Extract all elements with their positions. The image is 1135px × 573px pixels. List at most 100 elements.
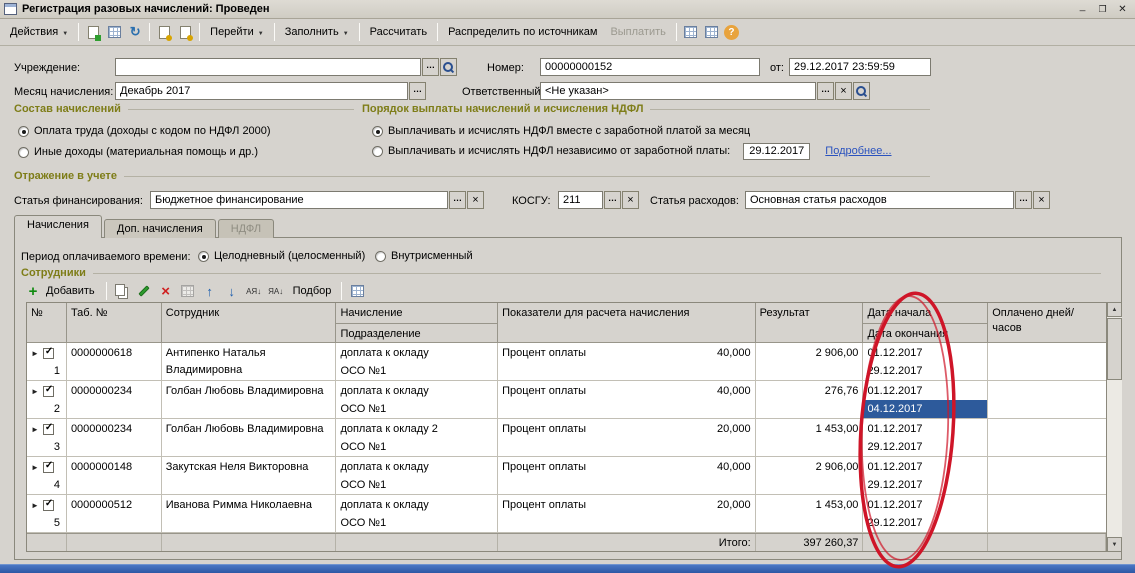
indicator-cell[interactable]: Процент оплаты 20,000 [498, 419, 756, 457]
employee-cell[interactable]: Антипенко Наталья Владимировна [161, 343, 337, 381]
accrual-cell[interactable]: доплата к окладу ОСО №1 [336, 343, 499, 381]
scroll-down-icon[interactable]: ▼ [1107, 537, 1122, 552]
paid-cell[interactable] [988, 343, 1106, 381]
dates-cell[interactable]: 01.12.2017 29.12.2017 [863, 419, 989, 457]
create-based-on-icon[interactable] [176, 23, 194, 41]
document-structure-icon[interactable] [105, 23, 123, 41]
row-select-cell[interactable]: 2 [27, 381, 67, 419]
radio-full-day[interactable]: Целодневный (целосменный) [198, 249, 365, 263]
help-icon[interactable] [723, 24, 739, 40]
responsible-select-button[interactable] [817, 82, 834, 100]
accrual-cell[interactable]: доплата к окладу 2 ОСО №1 [336, 419, 499, 457]
indicator-cell[interactable]: Процент оплаты 40,000 [498, 381, 756, 419]
row-checkbox[interactable] [42, 346, 54, 359]
responsible-input[interactable]: <Не указан> [540, 82, 816, 100]
tab-number-cell[interactable]: 0000000512 [66, 495, 162, 533]
close-icon[interactable] [1114, 2, 1131, 16]
indicator-cell[interactable]: Процент оплаты 20,000 [498, 495, 756, 533]
fill-button[interactable]: Заполнить [280, 23, 354, 41]
radio-pay-independent[interactable]: Выплачивать и исчислять НДФЛ независимо … [372, 142, 892, 160]
more-link[interactable]: Подробнее... [825, 145, 891, 157]
paid-cell[interactable] [988, 381, 1106, 419]
row-checkbox[interactable] [42, 384, 54, 397]
dates-cell[interactable]: 01.12.2017 29.12.2017 [863, 457, 989, 495]
employee-cell[interactable]: Закутская Неля Викторовна [161, 457, 337, 495]
expense-select-button[interactable] [1015, 191, 1032, 209]
calculate-button[interactable]: Рассчитать [365, 23, 432, 41]
actions-button[interactable]: Действия [5, 23, 73, 41]
goto-button[interactable]: Перейти [205, 23, 269, 41]
expense-input[interactable]: Основная статья расходов [745, 191, 1014, 209]
financing-select-button[interactable] [449, 191, 466, 209]
result-cell[interactable]: 2 906,00 [755, 343, 864, 381]
accrual-cell[interactable]: доплата к окладу ОСО №1 [336, 495, 499, 533]
minimize-icon[interactable] [1074, 2, 1091, 16]
employee-cell[interactable]: Голбан Любовь Владимировна [161, 381, 337, 419]
table-row[interactable]: 4 0000000148 Закутская Неля Викторовна д… [27, 457, 1106, 495]
radio-intra-shift[interactable]: Внутрисменный [375, 249, 473, 263]
paid-cell[interactable] [988, 419, 1106, 457]
move-down-icon[interactable] [223, 282, 241, 300]
tab-number-cell[interactable]: 0000000234 [66, 381, 162, 419]
list-settings-icon[interactable] [348, 282, 366, 300]
copy-row-icon[interactable] [113, 282, 131, 300]
radio-salary-income[interactable]: Оплата труда (доходы с кодом по НДФЛ 200… [18, 124, 271, 138]
accrual-cell[interactable]: доплата к окладу ОСО №1 [336, 381, 499, 419]
sort-asc-icon[interactable] [245, 282, 263, 300]
paid-cell[interactable] [988, 495, 1106, 533]
institution-input[interactable] [115, 58, 421, 76]
responsible-clear-button[interactable] [835, 82, 852, 100]
accrual-cell[interactable]: доплата к окладу ОСО №1 [336, 457, 499, 495]
distribute-button[interactable]: Распределить по источникам [443, 23, 602, 41]
tab-number-cell[interactable]: 0000000234 [66, 419, 162, 457]
delete-row-icon[interactable] [157, 282, 175, 300]
number-input[interactable]: 00000000152 [540, 58, 760, 76]
employee-cell[interactable]: Голбан Любовь Владимировна [161, 419, 337, 457]
maximize-icon[interactable] [1094, 2, 1111, 16]
indicator-cell[interactable]: Процент оплаты 40,000 [498, 343, 756, 381]
dates-cell[interactable]: 01.12.2017 29.12.2017 [863, 343, 989, 381]
pay-sheet-icon[interactable] [703, 23, 721, 41]
payment-list-icon[interactable] [682, 23, 700, 41]
table-row[interactable]: 2 0000000234 Голбан Любовь Владимировна … [27, 381, 1106, 419]
radio-pay-with-salary[interactable]: Выплачивать и исчислять НДФЛ вместе с за… [372, 124, 750, 138]
sort-desc-icon[interactable] [267, 282, 285, 300]
month-input[interactable]: Декабрь 2017 [115, 82, 408, 100]
kosgu-select-button[interactable] [604, 191, 621, 209]
row-select-cell[interactable]: 1 [27, 343, 67, 381]
table-row[interactable]: 5 0000000512 Иванова Римма Николаевна до… [27, 495, 1106, 533]
dates-cell[interactable]: 01.12.2017 29.12.2017 [863, 495, 989, 533]
row-select-cell[interactable]: 4 [27, 457, 67, 495]
copy-document-icon[interactable] [155, 23, 173, 41]
row-select-cell[interactable]: 3 [27, 419, 67, 457]
vertical-scrollbar[interactable]: ▲ ▼ [1107, 302, 1122, 552]
tab-additional[interactable]: Доп. начисления [103, 219, 216, 238]
tab-accruals[interactable]: Начисления [14, 215, 102, 238]
pick-button[interactable]: Подбор [289, 283, 336, 299]
radio-other-income[interactable]: Иные доходы (материальная помощь и др.) [18, 145, 258, 159]
move-up-icon[interactable] [201, 282, 219, 300]
financing-input[interactable]: Бюджетное финансирование [150, 191, 448, 209]
month-select-button[interactable] [409, 82, 426, 100]
post-document-icon[interactable] [84, 23, 102, 41]
paid-cell[interactable] [988, 457, 1106, 495]
result-cell[interactable]: 276,76 [755, 381, 864, 419]
scroll-up-icon[interactable]: ▲ [1107, 302, 1122, 317]
table-row[interactable]: 3 0000000234 Голбан Любовь Владимировна … [27, 419, 1106, 457]
result-cell[interactable]: 1 453,00 [755, 419, 864, 457]
kosgu-clear-button[interactable] [622, 191, 639, 209]
dates-cell[interactable]: 01.12.2017 04.12.2017 [863, 381, 989, 419]
row-select-cell[interactable]: 5 [27, 495, 67, 533]
row-checkbox[interactable] [42, 460, 54, 473]
result-cell[interactable]: 2 906,00 [755, 457, 864, 495]
responsible-open-button[interactable] [853, 82, 870, 100]
institution-select-button[interactable] [422, 58, 439, 76]
row-checkbox[interactable] [42, 498, 54, 511]
edit-row-icon[interactable] [135, 282, 153, 300]
row-checkbox[interactable] [42, 422, 54, 435]
scrollbar-thumb[interactable] [1107, 318, 1122, 380]
reread-icon[interactable] [126, 23, 144, 41]
add-row-button[interactable]: Добавить [19, 279, 100, 303]
date-from-input[interactable]: 29.12.2017 23:59:59 [789, 58, 931, 76]
employee-cell[interactable]: Иванова Римма Николаевна [161, 495, 337, 533]
